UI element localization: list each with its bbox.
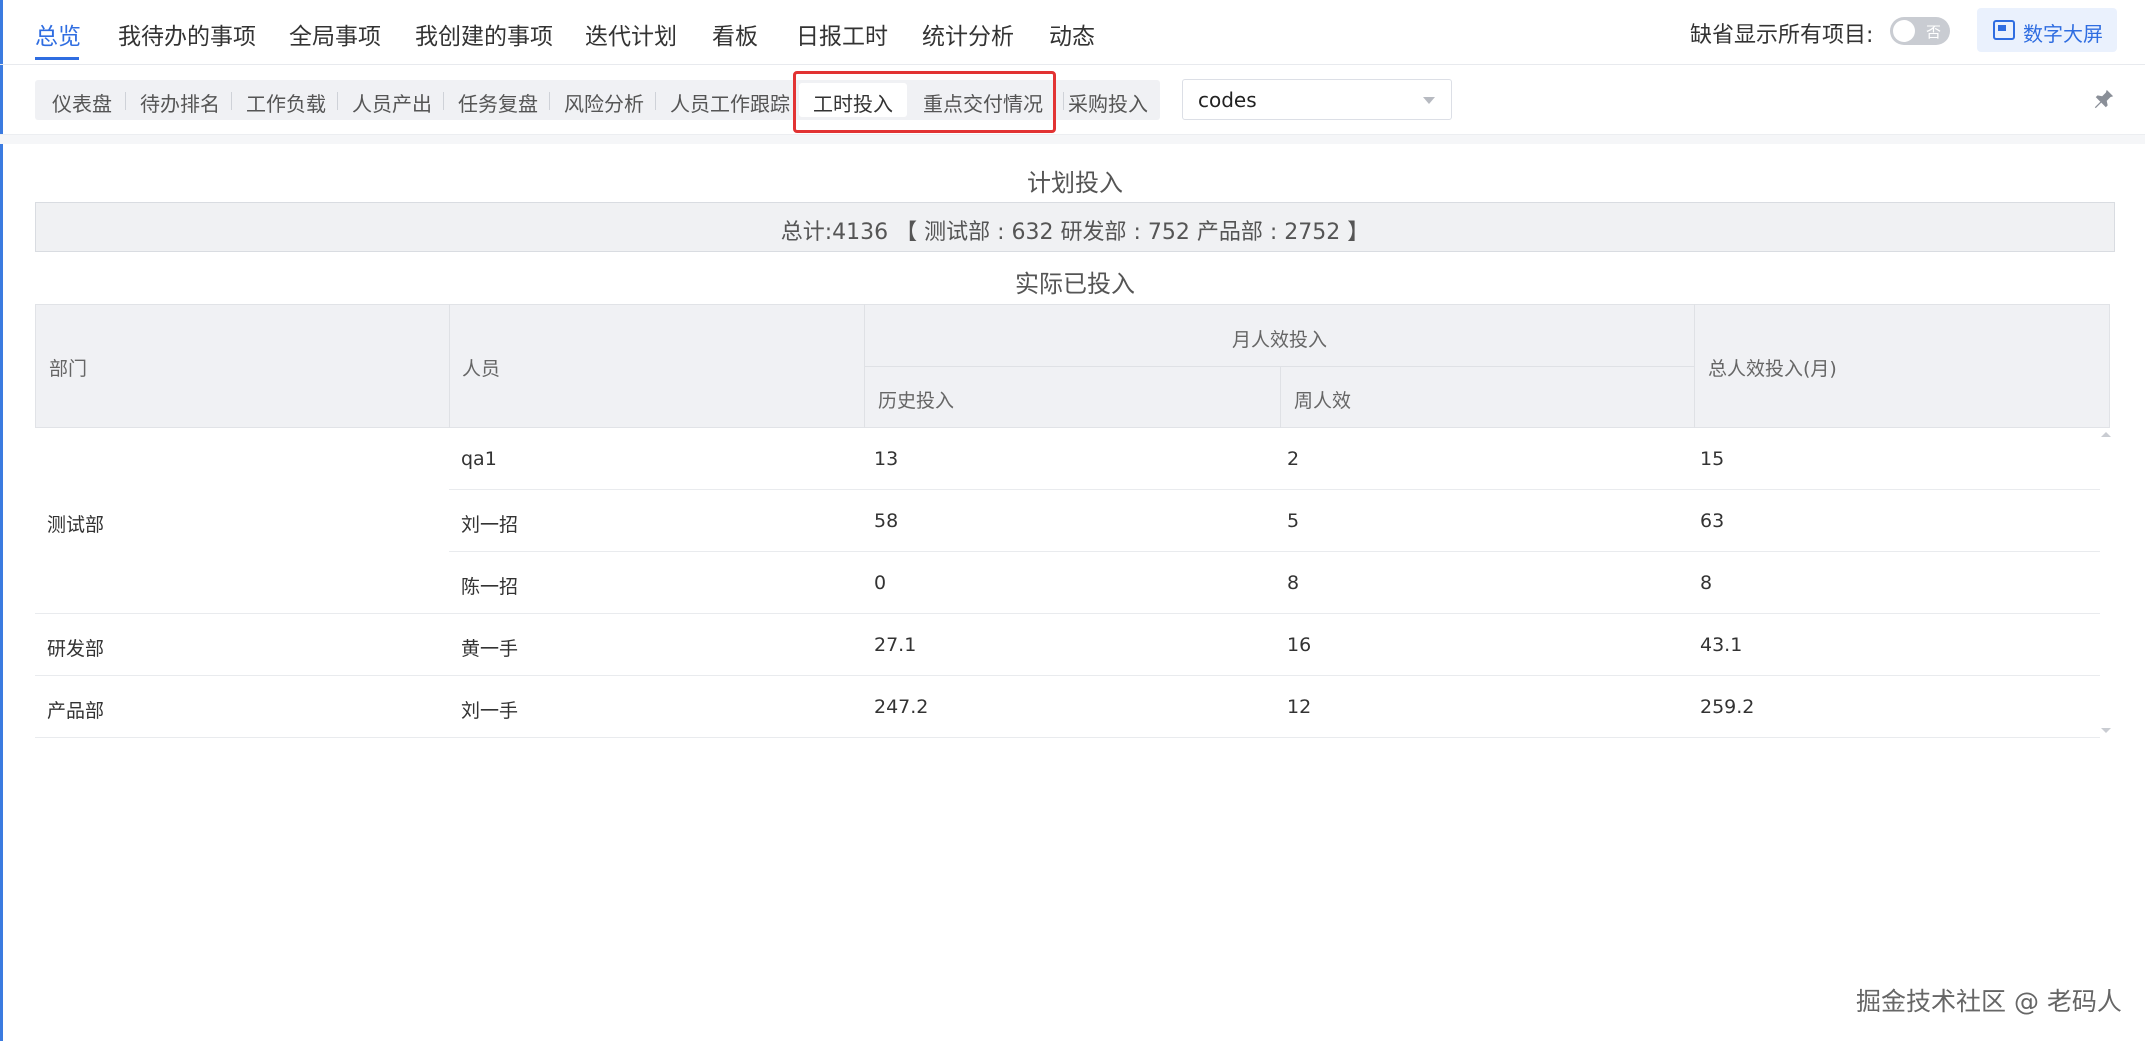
- separator: [1063, 92, 1064, 110]
- caret-down-icon: [1423, 97, 1435, 104]
- pin-icon[interactable]: [2093, 88, 2115, 110]
- total-cell: 43.1: [1700, 634, 1743, 656]
- header-divider: [449, 304, 450, 428]
- dept-cell: 产品部: [47, 700, 105, 722]
- big-screen-label: 数字大屏: [2023, 22, 2103, 46]
- tab-activity[interactable]: 动态: [1049, 17, 1095, 51]
- tab-iteration-plan[interactable]: 迭代计划: [585, 17, 677, 51]
- project-select[interactable]: codes: [1182, 79, 1452, 120]
- tab-daily-hours[interactable]: 日报工时: [796, 17, 888, 51]
- history-cell: 58: [874, 510, 899, 532]
- tab-global-items[interactable]: 全局事项: [289, 17, 381, 51]
- plan-title: 计划投入: [1027, 169, 1123, 197]
- person-cell: 陈一招: [461, 576, 519, 598]
- screen-icon: [1993, 20, 2015, 40]
- row-divider: [35, 675, 2100, 676]
- separator: [443, 92, 444, 110]
- subtab-procurement[interactable]: 采购投入: [1068, 88, 1148, 117]
- scroll-up-arrow[interactable]: [2101, 432, 2111, 437]
- subtab-work-tracking[interactable]: 人员工作跟踪: [670, 88, 790, 117]
- history-cell: 247.2: [874, 696, 929, 718]
- plan-summary: 总计:4136 【 测试部 : 632 研发部 : 752 产品部 : 2752…: [35, 202, 2115, 252]
- weekly-cell: 8: [1287, 572, 1300, 594]
- subtab-task-review[interactable]: 任务复盘: [458, 88, 538, 117]
- separator: [337, 92, 338, 110]
- subtab-personnel-output[interactable]: 人员产出: [352, 88, 432, 117]
- subtab-todo-ranking[interactable]: 待办排名: [140, 88, 220, 117]
- col-header-dept: 部门: [49, 358, 88, 380]
- total-cell: 259.2: [1700, 696, 1755, 718]
- col-header-monthly: 月人效投入: [1232, 329, 1328, 351]
- col-header-total: 总人效投入(月): [1708, 358, 1837, 380]
- show-all-projects-toggle[interactable]: 否: [1890, 17, 1950, 45]
- big-screen-button[interactable]: 数字大屏: [1977, 8, 2117, 52]
- header-divider: [1280, 366, 1281, 428]
- subtab-workload[interactable]: 工作负载: [246, 88, 326, 117]
- person-cell: 黄一手: [461, 638, 519, 660]
- tab-my-todo[interactable]: 我待办的事项: [118, 17, 256, 51]
- left-edge-accent: [0, 0, 3, 1041]
- total-cell: 63: [1700, 510, 1725, 532]
- subtab-dashboard[interactable]: 仪表盘: [52, 88, 112, 117]
- show-all-projects-label: 缺省显示所有项目:: [1690, 23, 1874, 48]
- weekly-cell: 2: [1287, 448, 1300, 470]
- tab-statistics[interactable]: 统计分析: [922, 17, 1014, 51]
- weekly-cell: 12: [1287, 696, 1312, 718]
- row-divider: [449, 551, 2100, 552]
- row-divider: [35, 737, 2100, 738]
- actual-title: 实际已投入: [1015, 270, 1135, 298]
- highlight-box: [793, 71, 1056, 133]
- tab-overview[interactable]: 总览: [35, 17, 81, 51]
- total-cell: 15: [1700, 448, 1725, 470]
- active-tab-underline: [35, 57, 79, 60]
- header-divider: [864, 366, 1694, 367]
- toggle-state-text: 否: [1925, 23, 1941, 41]
- person-cell: qa1: [461, 448, 497, 470]
- header-divider: [1694, 304, 1695, 428]
- history-cell: 0: [874, 572, 887, 594]
- total-cell: 8: [1700, 572, 1713, 594]
- dept-cell: 研发部: [47, 638, 105, 660]
- history-cell: 13: [874, 448, 899, 470]
- weekly-cell: 16: [1287, 634, 1312, 656]
- col-header-weekly: 周人效: [1294, 390, 1352, 412]
- dept-cell: 测试部: [47, 514, 105, 536]
- section-divider: [0, 134, 2145, 144]
- weekly-cell: 5: [1287, 510, 1300, 532]
- toggle-knob: [1893, 20, 1915, 42]
- tab-kanban[interactable]: 看板: [712, 17, 758, 51]
- person-cell: 刘一招: [461, 514, 519, 536]
- separator: [655, 92, 656, 110]
- project-select-value: codes: [1198, 88, 1257, 112]
- col-header-history: 历史投入: [878, 390, 955, 412]
- row-divider: [449, 489, 2100, 490]
- scroll-down-arrow[interactable]: [2101, 728, 2111, 733]
- person-cell: 刘一手: [461, 700, 519, 722]
- history-cell: 27.1: [874, 634, 917, 656]
- separator: [231, 92, 232, 110]
- col-header-person: 人员: [462, 358, 501, 380]
- row-divider: [35, 613, 2100, 614]
- separator: [125, 92, 126, 110]
- tab-my-created[interactable]: 我创建的事项: [415, 17, 553, 51]
- subtab-risk-analysis[interactable]: 风险分析: [564, 88, 644, 117]
- watermark: 掘金技术社区 @ 老码人: [1856, 987, 2122, 1016]
- separator: [549, 92, 550, 110]
- top-nav: 总览 我待办的事项 全局事项 我创建的事项 迭代计划 看板 日报工时 统计分析 …: [0, 0, 2145, 65]
